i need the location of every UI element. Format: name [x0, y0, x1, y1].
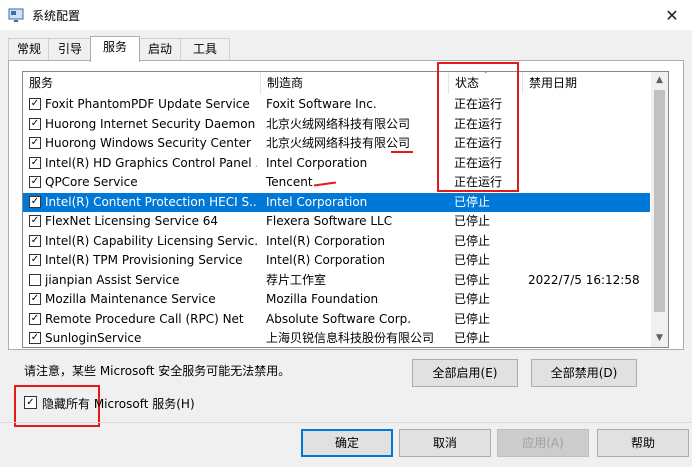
manufacturer-cell: Tencent: [266, 175, 313, 189]
service-name-cell: FlexNet Licensing Service 64: [45, 214, 219, 228]
scroll-thumb[interactable]: [654, 90, 665, 312]
service-checkbox[interactable]: ✓: [29, 312, 41, 325]
service-checkbox[interactable]: ✓: [29, 176, 41, 188]
status-cell: 已停止: [454, 233, 491, 248]
column-header-manufacturer[interactable]: 制造商: [261, 72, 449, 94]
manufacturer-cell: Intel Corporation: [266, 155, 368, 170]
service-name-cell: QPCore Service: [45, 175, 138, 189]
table-row[interactable]: ✓ Intel(R) Content Protection HECI S... In…: [23, 192, 650, 212]
table-row[interactable]: ✓ Huorong Windows Security Center 北京火绒网络科技…: [23, 134, 650, 154]
manufacturer-cell: Flexera Software LLC: [266, 214, 393, 228]
annotation-status-box: [437, 62, 519, 192]
service-name-cell: Foxit PhantomPDF Update Service: [45, 97, 250, 111]
tab-general[interactable]: 常规: [8, 38, 50, 61]
manufacturer-cell: 北京火绒网络科技有限公司: [266, 116, 411, 131]
cancel-button[interactable]: 取消: [399, 429, 491, 457]
table-row[interactable]: jianpian Assist Service 荐片工作室 已停止 2022/7/5 …: [23, 271, 650, 291]
service-checkbox[interactable]: ✓: [29, 332, 41, 344]
status-cell: 已停止: [454, 214, 491, 228]
table-row[interactable]: ✓ QPCore Service Tencent 正在运行: [23, 173, 650, 193]
table-row[interactable]: ✓ SunloginService 上海贝锐信息科技股份有限公司 已停止: [23, 329, 650, 347]
service-checkbox[interactable]: ✓: [29, 98, 41, 110]
service-name-cell: Huorong Internet Security Daemon: [45, 116, 256, 131]
service-checkbox[interactable]: ✓: [29, 215, 41, 227]
annotation-underline-company: [391, 151, 413, 153]
service-name-cell: Intel(R) TPM Provisioning Service: [45, 253, 243, 267]
status-cell: 已停止: [454, 272, 491, 287]
close-icon[interactable]: ✕: [652, 0, 692, 30]
manufacturer-cell: Intel Corporation: [266, 194, 368, 209]
list-rows: ✓ Foxit PhantomPDF Update Service Foxit So…: [23, 95, 650, 347]
hide-ms-checkbox[interactable]: ✓: [24, 396, 37, 409]
window-title: 系统配置: [32, 9, 81, 23]
tab-tools[interactable]: 工具: [180, 38, 230, 61]
title-bar: 系统配置 ✕: [0, 0, 692, 30]
status-cell: 已停止: [454, 311, 491, 326]
disabled-date-cell: 2022/7/5 16:12:58: [528, 272, 640, 287]
system-config-app-icon: [8, 8, 24, 22]
enable-all-button[interactable]: 全部启用(E): [412, 359, 518, 387]
service-name-cell: Mozilla Maintenance Service: [45, 292, 216, 306]
manufacturer-cell: Intel(R) Corporation: [266, 253, 385, 267]
manufacturer-cell: Foxit Software Inc.: [266, 97, 377, 111]
service-checkbox[interactable]: ✓: [29, 195, 41, 208]
service-checkbox[interactable]: ✓: [29, 293, 41, 305]
services-list[interactable]: 服务 制造商 状态 禁用日期 ⌄ ✓ Foxit PhantomPDF Updat…: [22, 71, 669, 348]
service-name-cell: jianpian Assist Service: [45, 272, 180, 287]
table-row[interactable]: ✓ Intel(R) TPM Provisioning Service Intel(…: [23, 251, 650, 271]
service-name-cell: SunloginService: [45, 331, 142, 345]
status-cell: 已停止: [454, 292, 491, 306]
scroll-up-icon[interactable]: ▲: [651, 72, 668, 89]
service-checkbox[interactable]: ✓: [29, 117, 41, 130]
service-checkbox[interactable]: ✓: [29, 234, 41, 247]
manufacturer-cell: Mozilla Foundation: [266, 292, 379, 306]
service-checkbox[interactable]: ✓: [29, 156, 41, 169]
scroll-down-icon[interactable]: ▼: [651, 330, 668, 347]
service-name-cell: Huorong Windows Security Center: [45, 136, 251, 150]
service-checkbox[interactable]: ✓: [29, 254, 41, 266]
table-row[interactable]: ✓ Mozilla Maintenance Service Mozilla Foun…: [23, 290, 650, 310]
help-button[interactable]: 帮助: [597, 429, 689, 457]
disable-all-button[interactable]: 全部禁用(D): [531, 359, 637, 387]
service-checkbox[interactable]: [29, 273, 41, 286]
column-header-disabled-date[interactable]: 禁用日期: [523, 72, 650, 94]
service-name-cell: Intel(R) Content Protection HECI S...: [45, 194, 257, 209]
tab-startup[interactable]: 启动: [138, 38, 182, 61]
manufacturer-cell: 上海贝锐信息科技股份有限公司: [266, 331, 435, 345]
tab-boot[interactable]: 引导: [48, 38, 92, 61]
table-row[interactable]: ✓ Remote Procedure Call (RPC) Net Absolute…: [23, 310, 650, 330]
status-cell: 已停止: [454, 253, 491, 267]
manufacturer-cell: 荐片工作室: [266, 272, 327, 287]
manufacturer-cell: Absolute Software Corp.: [266, 311, 412, 326]
manufacturer-cell: Intel(R) Corporation: [266, 233, 385, 248]
column-header-service[interactable]: 服务: [23, 72, 261, 94]
ok-button[interactable]: 确定: [301, 429, 393, 457]
status-cell: 已停止: [454, 331, 491, 345]
apply-button[interactable]: 应用(A): [497, 429, 589, 457]
manufacturer-cell: 北京火绒网络科技有限公司: [266, 136, 411, 150]
table-row[interactable]: ✓ Intel(R) Capability Licensing Servic...…: [23, 232, 650, 252]
service-name-cell: Remote Procedure Call (RPC) Net: [45, 311, 244, 326]
vertical-scrollbar[interactable]: ▲ ▼: [651, 72, 668, 347]
hide-ms-label[interactable]: 隐藏所有 Microsoft 服务(H): [42, 395, 195, 412]
security-note: 请注意，某些 Microsoft 安全服务可能无法禁用。: [24, 364, 291, 378]
service-checkbox[interactable]: ✓: [29, 137, 41, 149]
footer-divider: [0, 422, 692, 423]
table-row[interactable]: ✓ FlexNet Licensing Service 64 Flexera Sof…: [23, 212, 650, 232]
list-header: 服务 制造商 状态 禁用日期 ⌄: [23, 72, 650, 94]
table-row[interactable]: ✓ Foxit PhantomPDF Update Service Foxit So…: [23, 95, 650, 115]
status-cell: 已停止: [454, 194, 491, 209]
service-name-cell: Intel(R) HD Graphics Control Panel ...: [45, 155, 257, 170]
table-row[interactable]: ✓ Huorong Internet Security Daemon 北京火绒网络科…: [23, 115, 650, 135]
table-row[interactable]: ✓ Intel(R) HD Graphics Control Panel ... I…: [23, 154, 650, 174]
tab-services[interactable]: 服务: [90, 36, 140, 62]
service-name-cell: Intel(R) Capability Licensing Servic...: [45, 233, 257, 248]
